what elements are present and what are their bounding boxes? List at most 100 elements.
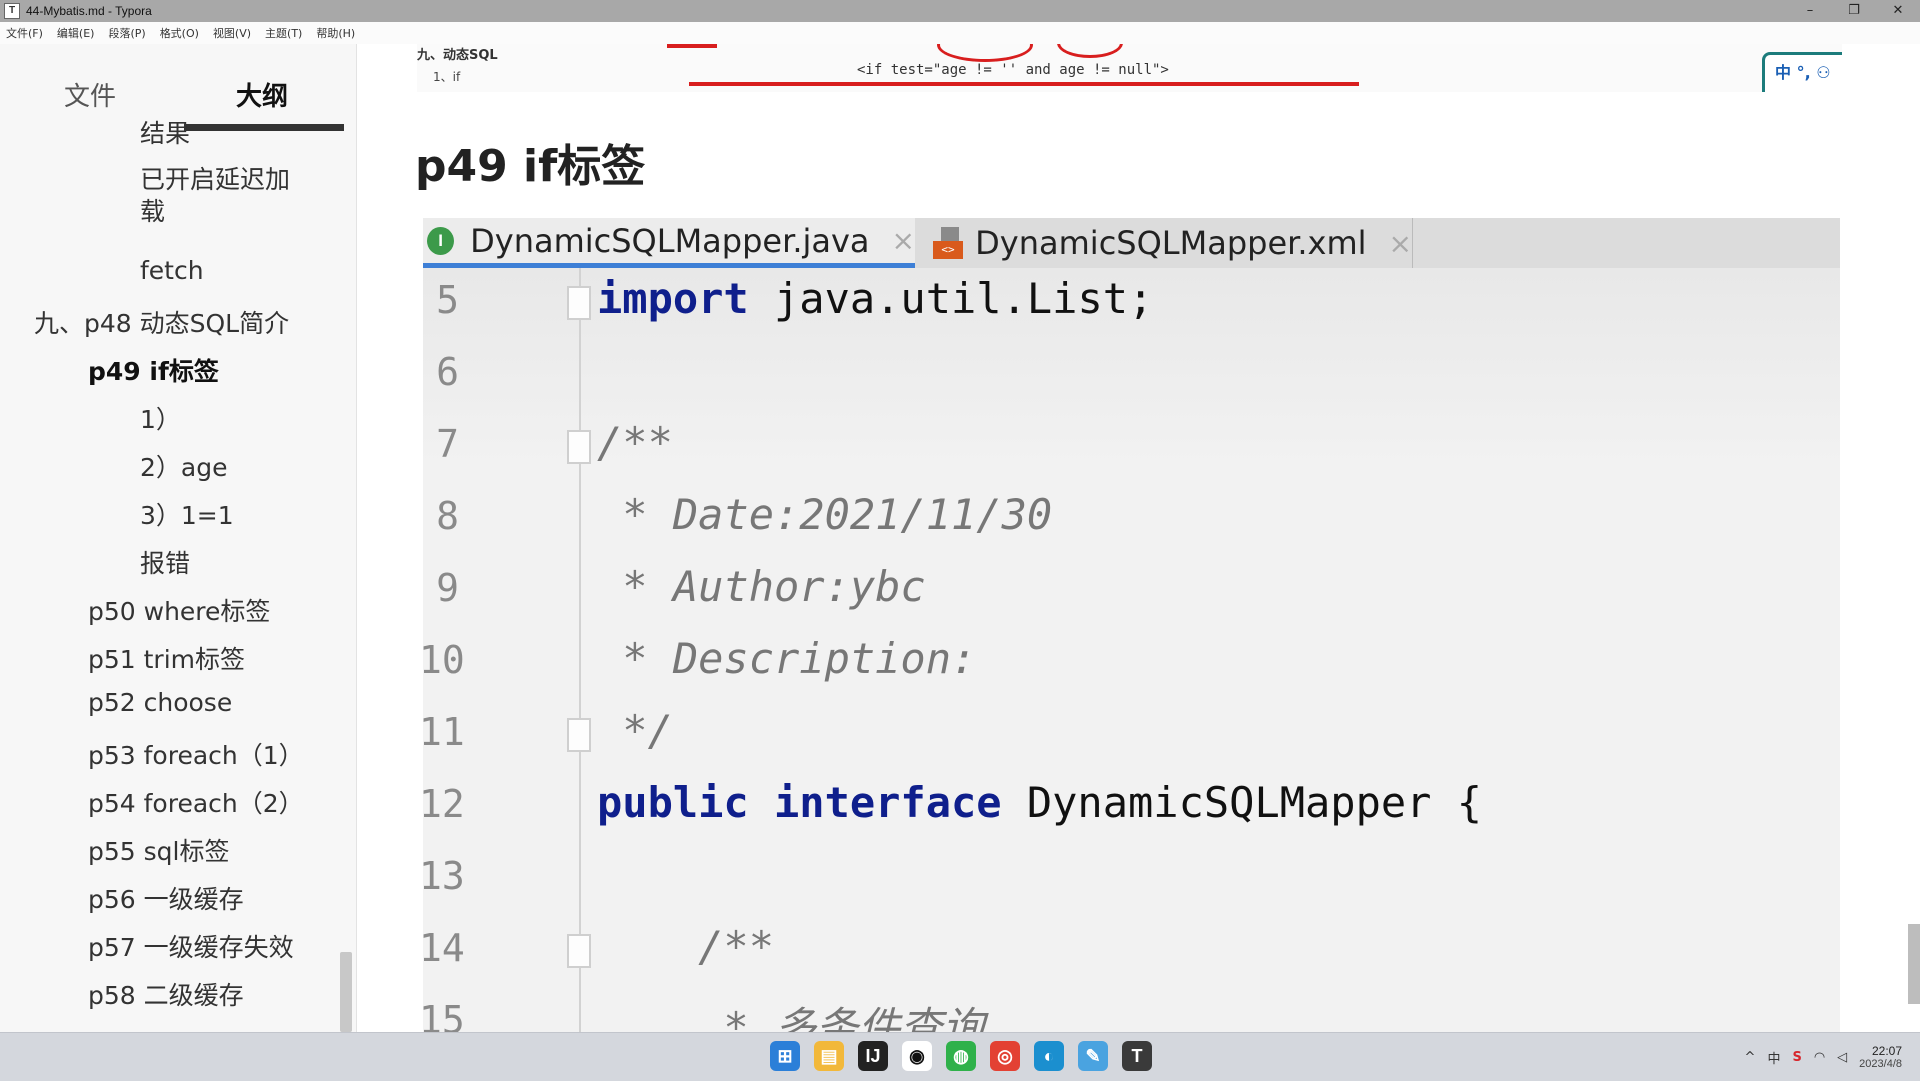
outline-item[interactable]: 已开启延迟加: [140, 160, 290, 196]
sidebar: 文件 大纲 结果 已开启延迟加 载 fetch 九、p48 动态SQL简介 p4…: [0, 44, 357, 1032]
ide-screenshot: I DynamicSQLMapper.java × <> DynamicSQLM…: [423, 218, 1840, 1032]
ime-widget: 中 °, ⚇ 翻译: [1762, 52, 1842, 92]
code-line: 8 * Date:2021/11/30: [423, 484, 1840, 556]
code-area: 5 import java.util.List; 6 7 /** 8 * Dat…: [423, 268, 1840, 1032]
menu-bar: 文件(F) 编辑(E) 段落(P) 格式(O) 视图(V) 主题(T) 帮助(H…: [0, 22, 1920, 44]
code-line: 12 public interface DynamicSQLMapper {: [423, 772, 1840, 844]
strip-title: 九、动态SQL: [417, 48, 498, 63]
code-comment: * 多条件查询: [597, 1003, 985, 1032]
maximize-button[interactable]: ❐: [1832, 0, 1876, 22]
line-number: 12: [423, 782, 465, 826]
system-tray: ^ 中 S ◠ ◁ 22:07 2023/4/8: [1745, 1033, 1920, 1081]
typora-icon[interactable]: T: [1122, 1041, 1152, 1071]
outline-item[interactable]: p56 一级缓存: [88, 880, 244, 916]
qq-icon[interactable]: ◉: [902, 1041, 932, 1071]
code-text: import java.util.List;: [597, 274, 1153, 323]
fold-marker-icon: [567, 286, 591, 320]
tab-outline[interactable]: 大纲: [236, 76, 288, 113]
outline-item[interactable]: p51 trim标签: [88, 640, 245, 676]
red-annotation: [937, 44, 1033, 62]
code-comment: /**: [597, 418, 673, 467]
embedded-screenshot-strip: 九、动态SQL 1、if <if test="age != '' and age…: [417, 44, 1842, 92]
strip-code: <if test="age != '' and age != null">: [857, 62, 1169, 78]
clock-date: 2023/4/8: [1859, 1058, 1902, 1070]
tray-overflow-icon[interactable]: ^: [1745, 1050, 1756, 1065]
code-plain: DynamicSQLMapper {: [1001, 778, 1483, 827]
taskbar-apps: ⊞ ▤ IJ ◉ ◍ ◎ ◐ ✎ T: [770, 1041, 1166, 1071]
paint-icon[interactable]: ✎: [1078, 1041, 1108, 1071]
outline-item[interactable]: p53 foreach（1）: [88, 736, 304, 772]
close-button[interactable]: ✕: [1876, 0, 1920, 22]
ime-indicator[interactable]: 中: [1767, 1048, 1780, 1067]
line-number: 5: [436, 278, 459, 322]
menu-edit[interactable]: 编辑(E): [57, 25, 95, 41]
outline-item[interactable]: p57 一级缓存失效: [88, 928, 294, 964]
code-keyword: public interface: [597, 778, 1002, 827]
active-tab-indicator: [184, 124, 344, 131]
menu-theme[interactable]: 主题(T): [265, 25, 302, 41]
menu-format[interactable]: 格式(O): [160, 25, 199, 41]
wechat-icon[interactable]: ◍: [946, 1041, 976, 1071]
code-text: public interface DynamicSQLMapper {: [597, 778, 1482, 827]
code-line: 5 import java.util.List;: [423, 268, 1840, 340]
code-line: 11 */: [423, 700, 1840, 772]
close-icon: ×: [891, 224, 915, 257]
tab-files[interactable]: 文件: [64, 76, 116, 113]
menu-paragraph[interactable]: 段落(P): [108, 25, 145, 41]
edge-icon[interactable]: ◐: [1034, 1041, 1064, 1071]
typora-app-icon: T: [4, 3, 20, 19]
line-number: 10: [423, 638, 465, 682]
close-icon: ×: [1388, 226, 1412, 260]
outline-item[interactable]: p50 where标签: [88, 592, 270, 628]
outline-item[interactable]: 载: [140, 192, 165, 228]
outline-item[interactable]: 九、p48 动态SQL简介: [34, 304, 289, 340]
wifi-icon[interactable]: ◠: [1814, 1050, 1825, 1065]
outline-item[interactable]: 3）1=1: [140, 496, 234, 532]
outline-item-active[interactable]: p49 if标签: [88, 352, 219, 388]
outline-item[interactable]: 1）: [140, 400, 181, 436]
volume-icon[interactable]: ◁: [1837, 1050, 1847, 1065]
clock-time: 22:07: [1871, 1044, 1902, 1058]
editor-area: 九、动态SQL 1、if <if test="age != '' and age…: [357, 44, 1920, 1032]
menu-help[interactable]: 帮助(H): [316, 25, 355, 41]
ime-text: 中 °, ⚇: [1775, 63, 1831, 82]
outline-item[interactable]: 2）age: [140, 448, 227, 484]
code-plain: java.util.List;: [748, 274, 1154, 323]
code-comment: /**: [597, 922, 775, 971]
red-annotation: [1057, 44, 1123, 58]
outline-item[interactable]: 报错: [140, 544, 190, 580]
window-controls: – ❐ ✕: [1788, 0, 1920, 22]
intellij-icon[interactable]: IJ: [858, 1041, 888, 1071]
minimize-button[interactable]: –: [1788, 0, 1832, 22]
chrome-icon[interactable]: ◎: [990, 1041, 1020, 1071]
ide-tab-label: DynamicSQLMapper.java: [470, 221, 870, 260]
strip-subtitle: 1、if: [433, 70, 461, 84]
ide-tab-java: I DynamicSQLMapper.java ×: [423, 218, 915, 268]
window-title: 44-Mybatis.md - Typora: [26, 4, 152, 18]
outline-item[interactable]: p54 foreach（2）: [88, 784, 304, 820]
editor-scrollbar[interactable]: [1908, 924, 1920, 1004]
outline-item[interactable]: p52 choose: [88, 688, 232, 717]
file-explorer-icon[interactable]: ▤: [814, 1041, 844, 1071]
menu-view[interactable]: 视图(V): [213, 25, 251, 41]
code-line: 10 * Description:: [423, 628, 1840, 700]
ide-tab-xml: <> DynamicSQLMapper.xml ×: [915, 218, 1413, 268]
outline-item[interactable]: p55 sql标签: [88, 832, 229, 868]
code-keyword: import: [597, 274, 749, 323]
outline-item[interactable]: 结果: [140, 114, 190, 150]
code-comment: * Date:2021/11/30: [597, 490, 1053, 539]
line-number: 15: [423, 998, 465, 1032]
page-title: p49 if标签: [415, 141, 646, 192]
clock[interactable]: 22:07 2023/4/8: [1859, 1044, 1902, 1070]
sidebar-scrollbar[interactable]: [340, 952, 352, 1032]
outline-item[interactable]: p58 二级缓存: [88, 976, 244, 1012]
code-line: 15 * 多条件查询: [423, 988, 1840, 1032]
outline-item[interactable]: fetch: [140, 256, 204, 285]
xml-tag-label: <>: [933, 241, 963, 259]
menu-file[interactable]: 文件(F): [6, 25, 43, 41]
line-number: 9: [436, 566, 459, 610]
code-line: 13: [423, 844, 1840, 916]
sogou-icon[interactable]: S: [1792, 1050, 1801, 1065]
start-icon[interactable]: ⊞: [770, 1041, 800, 1071]
line-number: 7: [436, 422, 459, 466]
